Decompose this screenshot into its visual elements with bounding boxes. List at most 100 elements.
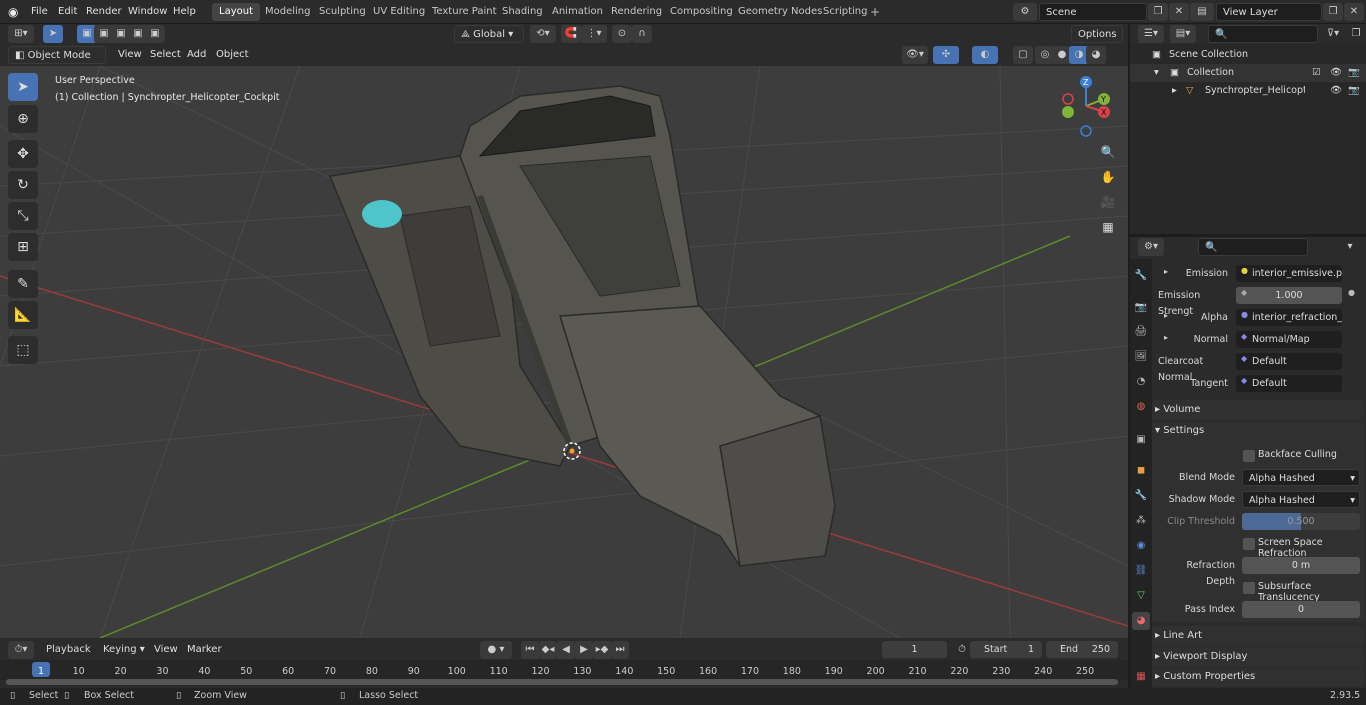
filter-icon[interactable]: ⊽▾ [1320,25,1346,43]
world-tab-icon[interactable]: ◍ [1132,398,1150,416]
view-layer-tab-icon[interactable]: 🖼 [1132,348,1150,366]
snap-icon[interactable]: 🧲 [561,25,581,43]
refraction-depth-field[interactable]: 0 m [1242,557,1360,574]
modifier-tab-icon[interactable]: 🔧 [1132,487,1150,505]
clip-threshold-slider[interactable]: 0.500 [1242,513,1360,530]
screen-space-refraction-checkbox[interactable] [1243,538,1255,550]
tab-uv-editing[interactable]: UV Editing [366,3,432,21]
scene-name-field[interactable]: Scene [1039,3,1147,21]
object-tab-icon[interactable]: ◼ [1132,462,1150,480]
next-keyframe-icon[interactable]: ▸◆ [593,641,611,659]
delete-view-layer-icon[interactable]: ✕ [1344,3,1364,21]
view-layer-field[interactable]: View Layer [1216,3,1322,21]
collection-render-icon[interactable]: 📷 [1348,64,1360,82]
tab-texture-paint[interactable]: Texture Paint [425,3,504,21]
object-expand-icon[interactable]: ▸ [1172,82,1177,100]
outliner-row-scene-collection[interactable]: ▣ Scene Collection [1130,46,1366,64]
overlay-toggle-icon[interactable]: ◐ [972,46,998,64]
collection-checkbox-icon[interactable]: ☑ [1312,64,1321,82]
object-visibility-icon[interactable]: 👁 [1330,82,1342,100]
timeline-menu-playback[interactable]: Playback ▾ [40,641,96,673]
shadow-mode-select[interactable]: Alpha Hashed ▾ [1242,491,1360,508]
settings-section[interactable]: ▾ Settings [1155,422,1204,440]
tool-move[interactable]: ✥ [8,140,38,168]
stopwatch-icon[interactable]: ⏱ [952,641,972,659]
select-tool-icon[interactable]: ➤ [43,25,63,43]
properties-search-input[interactable]: 🔍 [1198,238,1308,256]
timeline-menu-marker[interactable]: Marker [187,642,222,658]
xray-icon[interactable]: ▢ [1013,46,1033,64]
ortho-toggle-icon[interactable]: ▦ [1097,216,1119,238]
3d-viewport[interactable]: User Perspective (1) Collection | Synchr… [0,66,1128,638]
record-icon[interactable]: ● ▾ [480,641,512,659]
output-tab-icon[interactable]: 🖨 [1132,323,1150,341]
viewport-menu-view[interactable]: View [118,47,142,63]
blend-mode-select[interactable]: Alpha Hashed ▾ [1242,469,1360,486]
end-frame-field[interactable]: End 250 [1046,641,1118,658]
editor-type-icon[interactable]: ⊞▾ [8,25,34,43]
viewport-menu-add[interactable]: Add [187,47,206,63]
tool-scale[interactable]: ⤡ [8,202,38,230]
material-tab-icon[interactable]: ◕ [1132,612,1150,630]
scene-type-icon[interactable]: ⚙ [1013,3,1037,21]
tab-shading[interactable]: Shading [495,3,550,21]
timeline-scrollbar[interactable] [6,679,1118,685]
outliner-row-collection[interactable]: ▾ ▣ Collection ☑ 👁 📷 [1130,64,1366,82]
snap-target-icon[interactable]: ⋮▾ [581,25,607,43]
camera-view-icon[interactable]: 🎥 [1097,191,1119,213]
physics-tab-icon[interactable]: ◉ [1132,537,1150,555]
view-layer-type-icon[interactable]: ▤ [1190,3,1214,21]
viewport-menu-object[interactable]: Object [216,47,249,63]
data-tab-icon[interactable]: ▽ [1132,587,1150,605]
particles-tab-icon[interactable]: ⁂ [1132,512,1150,530]
collection-visibility-icon[interactable]: 👁 [1330,64,1342,82]
outliner-editor-icon[interactable]: ☰▾ [1138,25,1164,43]
tab-modeling[interactable]: Modeling [258,3,318,21]
backface-culling-checkbox[interactable] [1243,450,1255,462]
viewport-display-section[interactable]: ▸ Viewport Display [1155,648,1247,666]
tab-geometry-nodes[interactable]: Geometry Nodes [731,3,829,21]
new-view-layer-icon[interactable]: ❐ [1323,3,1343,21]
new-scene-icon[interactable]: ❐ [1148,3,1168,21]
display-mode-icon[interactable]: ▤▾ [1170,25,1196,43]
texture-tab-icon[interactable]: ▦ [1132,668,1150,686]
menu-window[interactable]: Window [128,4,167,20]
tab-scripting[interactable]: Scripting [816,3,874,21]
shading-rendered-icon[interactable]: ◕ [1086,46,1106,64]
tab-sculpting[interactable]: Sculpting [312,3,373,21]
tool-select-box[interactable]: ➤ [8,73,38,101]
tool-annotate[interactable]: ✎ [8,270,38,298]
start-frame-field[interactable]: Start 1 [970,641,1042,658]
pan-view-icon[interactable]: ✋ [1097,166,1119,188]
scene-tab-icon[interactable]: ◔ [1132,373,1150,391]
volume-section[interactable]: ▸ Volume [1155,401,1200,419]
custom-properties-section[interactable]: ▸ Custom Properties [1155,668,1255,686]
tool-transform[interactable]: ⊞ [8,233,38,261]
new-collection-icon[interactable]: ❐ [1346,25,1366,43]
normal-input[interactable]: Normal/Map [1236,331,1342,348]
delete-scene-icon[interactable]: ✕ [1169,3,1189,21]
jump-start-icon[interactable]: ⏮ [521,641,539,659]
mode-intersect-icon[interactable]: ▣ [145,25,165,43]
emission-input[interactable]: interior_emissive.png [1236,265,1342,282]
tab-compositing[interactable]: Compositing [663,3,740,21]
gizmo-toggle-icon[interactable]: ✣ [933,46,959,64]
play-reverse-icon[interactable]: ◀ [557,641,575,659]
prev-keyframe-icon[interactable]: ◆◂ [539,641,557,659]
line-art-section[interactable]: ▸ Line Art [1155,627,1202,645]
emission-strength-field[interactable]: 1.000 [1236,287,1342,304]
transform-orientation-select[interactable]: ⟁ Global ▾ [454,25,524,43]
menu-help[interactable]: Help [173,4,196,20]
tab-rendering[interactable]: Rendering [604,3,669,21]
play-icon[interactable]: ▶ [575,641,593,659]
falloff-icon[interactable]: ∩ [632,25,652,43]
tool-cursor[interactable]: ⊕ [8,105,38,133]
tool-tab-icon[interactable]: 🔧 [1132,267,1150,285]
add-workspace-icon[interactable]: + [870,4,884,20]
viewport-menu-select[interactable]: Select [150,47,181,63]
outliner-row-object[interactable]: ▸ ▽ Synchropter_Helicopter_C 👁 📷 [1130,82,1366,100]
collection-tab-icon[interactable]: ▣ [1132,431,1150,449]
tangent-input[interactable]: Default [1236,375,1342,392]
collection-expand-icon[interactable]: ▾ [1154,64,1159,82]
jump-end-icon[interactable]: ⏭ [611,641,629,659]
